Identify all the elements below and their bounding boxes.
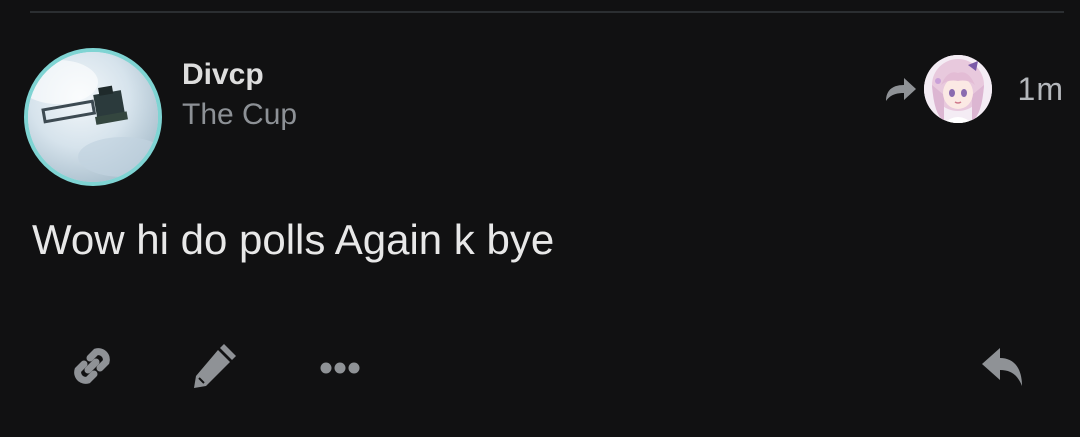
edit-button[interactable] (186, 336, 246, 396)
community-name[interactable]: The Cup (182, 96, 297, 134)
post-meta: 1m (880, 54, 1064, 124)
top-divider (30, 11, 1064, 13)
post-card: Divcp The Cup 1m Wow hi do polls Again k… (0, 0, 1080, 437)
pencil-icon (194, 344, 236, 388)
user-avatar[interactable] (923, 55, 992, 123)
post-actions (0, 336, 1080, 396)
copy-link-button[interactable] (62, 336, 122, 396)
reply-button[interactable] (972, 336, 1032, 396)
reply-icon (982, 348, 1022, 386)
post-body: Wow hi do polls Again k bye (32, 216, 555, 263)
author-name[interactable]: Divcp (182, 58, 297, 92)
more-dots-icon (320, 362, 360, 374)
share-arrow-icon[interactable] (880, 69, 920, 109)
post-time: 1m (1017, 70, 1064, 107)
link-icon (74, 348, 110, 384)
more-button[interactable] (310, 336, 370, 396)
author-info: Divcp The Cup (182, 58, 297, 134)
author-avatar-image (28, 52, 158, 182)
author-avatar[interactable] (24, 48, 162, 186)
